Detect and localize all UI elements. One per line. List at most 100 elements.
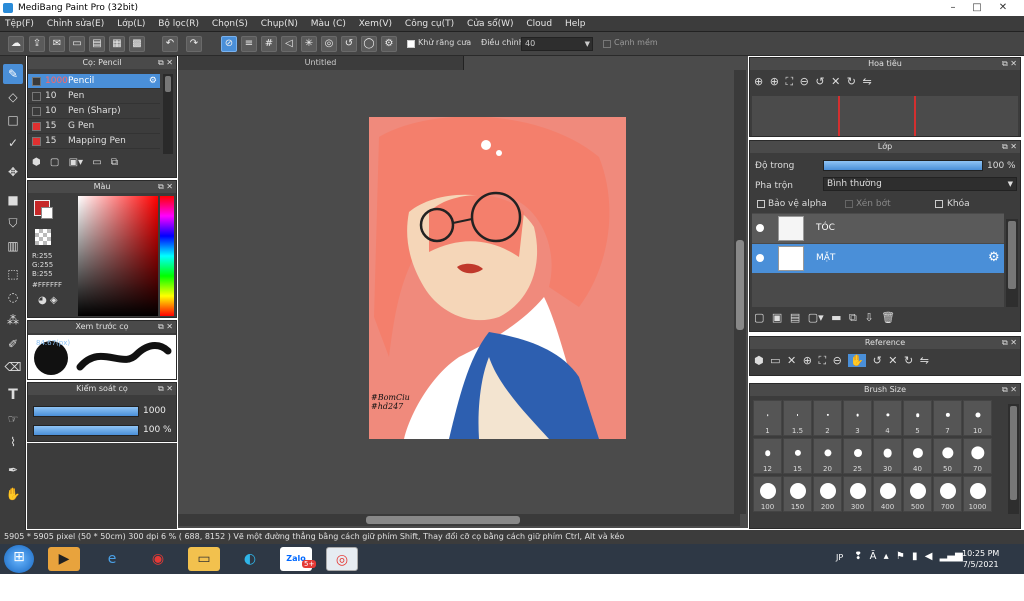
no-snap-icon[interactable]: ⊘ <box>221 36 237 52</box>
menu-edit[interactable]: Chỉnh sửa(E) <box>42 16 109 32</box>
brush-size-cell[interactable]: 1 <box>753 400 782 436</box>
reference-cloud-icon[interactable]: ⬢ <box>754 354 764 367</box>
menu-window[interactable]: Cửa sổ(W) <box>462 16 518 32</box>
hue-slider[interactable] <box>160 196 174 316</box>
select-pen-tool-icon[interactable]: ✐ <box>3 334 23 354</box>
brush-item-mapping-pen[interactable]: 15 Mapping Pen <box>28 134 160 149</box>
brush-size-cell[interactable]: 15 <box>783 438 812 474</box>
panel-close-icon[interactable]: ⧉ ✕ <box>158 321 173 333</box>
radial-snap-icon[interactable]: ✳ <box>301 36 317 52</box>
maximize-button[interactable]: □ <box>966 0 988 16</box>
medibang-icon[interactable]: ◎ <box>326 547 358 571</box>
brush-size-cell[interactable]: 50 <box>933 438 962 474</box>
rotate-left-icon[interactable]: ↺ <box>815 75 824 88</box>
tab-untitled[interactable]: Untitled <box>178 56 464 70</box>
panel-close-icon[interactable]: ⧉ ✕ <box>158 383 173 395</box>
zoom-in-icon[interactable]: ⊕ <box>803 354 812 367</box>
new-layer-icon[interactable]: ▢ <box>754 311 764 324</box>
brush-size-cell[interactable]: 1.5 <box>783 400 812 436</box>
clipping-checkbox[interactable] <box>845 200 853 208</box>
fit-icon[interactable]: ⛶ <box>818 354 826 367</box>
brush-size-cell[interactable]: 100 <box>753 476 782 512</box>
brush-size-cell[interactable]: 300 <box>843 476 872 512</box>
chrome-icon[interactable]: ◉ <box>142 547 174 571</box>
layer-row-mat[interactable]: MẶT ⚙ <box>752 244 1004 273</box>
brush-tool-icon[interactable]: ✎ <box>3 64 23 84</box>
brush-size-cell[interactable]: 2 <box>813 400 842 436</box>
vertical-scrollbar[interactable] <box>734 70 746 514</box>
saturation-value-picker[interactable] <box>78 196 158 316</box>
check-tool-icon[interactable]: ✓ <box>3 133 23 153</box>
menu-select[interactable]: Chọn(S) <box>207 16 253 32</box>
gradient-tool-icon[interactable]: ▥ <box>3 236 23 256</box>
vertical-scroll-thumb[interactable] <box>736 240 744 330</box>
menu-file[interactable]: Tệp(F) <box>0 16 39 32</box>
cloud-icon[interactable]: ☁ <box>8 36 24 52</box>
undo-icon[interactable]: ↶ <box>162 36 178 52</box>
select-tool-icon[interactable]: ⬚ <box>3 264 23 284</box>
layer-opacity-slider[interactable] <box>823 160 983 171</box>
palette-icon[interactable]: ◕ <box>38 295 47 306</box>
gear-icon[interactable]: ⚙ <box>149 74 157 89</box>
vanishing-point-icon[interactable]: ◁ <box>281 36 297 52</box>
menu-cloud[interactable]: Cloud <box>521 16 557 32</box>
transparent-swatch[interactable] <box>35 229 51 245</box>
lock-checkbox[interactable] <box>935 200 943 208</box>
panel-close-icon[interactable]: ⧉ ✕ <box>1002 141 1017 153</box>
eye-icon[interactable] <box>756 224 764 232</box>
edge-icon[interactable]: ◐ <box>234 547 266 571</box>
brush-add-icon[interactable]: ⬢ <box>32 157 41 168</box>
lasso-tool-icon[interactable]: ◌ <box>3 287 23 307</box>
palette-swap-icon[interactable]: ◈ <box>50 295 58 306</box>
layer-folder-icon[interactable]: ▬ <box>831 311 841 324</box>
hand-icon[interactable]: ✋ <box>848 354 867 367</box>
rotate-right-icon[interactable]: ↻ <box>904 354 913 367</box>
minimize-button[interactable]: – <box>942 0 964 16</box>
brush-size-cell[interactable]: 500 <box>903 476 932 512</box>
menu-help[interactable]: Help <box>560 16 591 32</box>
panel-close-icon[interactable]: ⧉ ✕ <box>158 57 173 69</box>
reset-icon[interactable]: ✕ <box>888 354 897 367</box>
brush-size-cell[interactable]: 200 <box>813 476 842 512</box>
parallel-snap-icon[interactable]: ≡ <box>241 36 257 52</box>
hand-tool-icon[interactable]: ✋ <box>3 484 23 504</box>
file-explorer-icon[interactable]: ▭ <box>188 547 220 571</box>
new-halftone-layer-icon[interactable]: ▣ <box>772 311 782 324</box>
correction-dropdown[interactable]: 40 ▼ <box>521 37 593 51</box>
signal-icon[interactable]: ▂▄▆ <box>940 551 963 562</box>
eraser-tool-icon[interactable]: ◇ <box>3 87 23 107</box>
brush-size-cell[interactable]: 12 <box>753 438 782 474</box>
brush-opacity-slider[interactable] <box>33 425 139 436</box>
brush-size-cell[interactable]: 25 <box>843 438 872 474</box>
brush-size-cell[interactable]: 5 <box>903 400 932 436</box>
horizontal-scrollbar[interactable] <box>178 514 740 526</box>
zoom-out-icon[interactable]: ⊖ <box>833 354 842 367</box>
new-brush-icon[interactable]: ▢ <box>50 157 59 168</box>
menu-tools[interactable]: Công cụ(T) <box>400 16 459 32</box>
brush-size-cell[interactable]: 70 <box>963 438 992 474</box>
chat-icon[interactable]: ▭ <box>69 36 85 52</box>
new-8bit-layer-icon[interactable]: ▤ <box>790 311 800 324</box>
operation-tool-icon[interactable]: ☞ <box>3 409 23 429</box>
panel-close-icon[interactable]: ⧉ ✕ <box>158 181 173 193</box>
brush-size-cell[interactable]: 400 <box>873 476 902 512</box>
volume-icon[interactable]: ◀ <box>925 551 933 562</box>
move-tool-icon[interactable]: ✥ <box>3 162 23 182</box>
brush-size-cell[interactable]: 30 <box>873 438 902 474</box>
reference-open-icon[interactable]: ▭ <box>770 354 780 367</box>
internet-explorer-icon[interactable]: e <box>96 547 128 571</box>
cross-snap-icon[interactable]: # <box>261 36 277 52</box>
eyedropper-tool-icon[interactable]: ✒ <box>3 460 23 480</box>
antialias-checkbox[interactable] <box>407 40 415 48</box>
flip-icon[interactable]: ⇋ <box>920 354 929 367</box>
menu-view[interactable]: Xem(V) <box>354 16 397 32</box>
menu-filter[interactable]: Bộ lọc(R) <box>153 16 204 32</box>
brush-size-cell[interactable]: 4 <box>873 400 902 436</box>
fit-icon[interactable]: ⛶ <box>785 75 793 88</box>
magic-wand-tool-icon[interactable]: ⁂ <box>3 310 23 330</box>
blend-mode-dropdown[interactable]: Bình thường ▼ <box>823 177 1017 191</box>
brush-size-slider[interactable] <box>33 406 139 417</box>
ellipse-snap-icon[interactable]: ◯ <box>361 36 377 52</box>
zoom-in-icon[interactable]: ⊕ <box>754 75 763 88</box>
fill-rect-tool-icon[interactable]: ■ <box>3 190 23 210</box>
